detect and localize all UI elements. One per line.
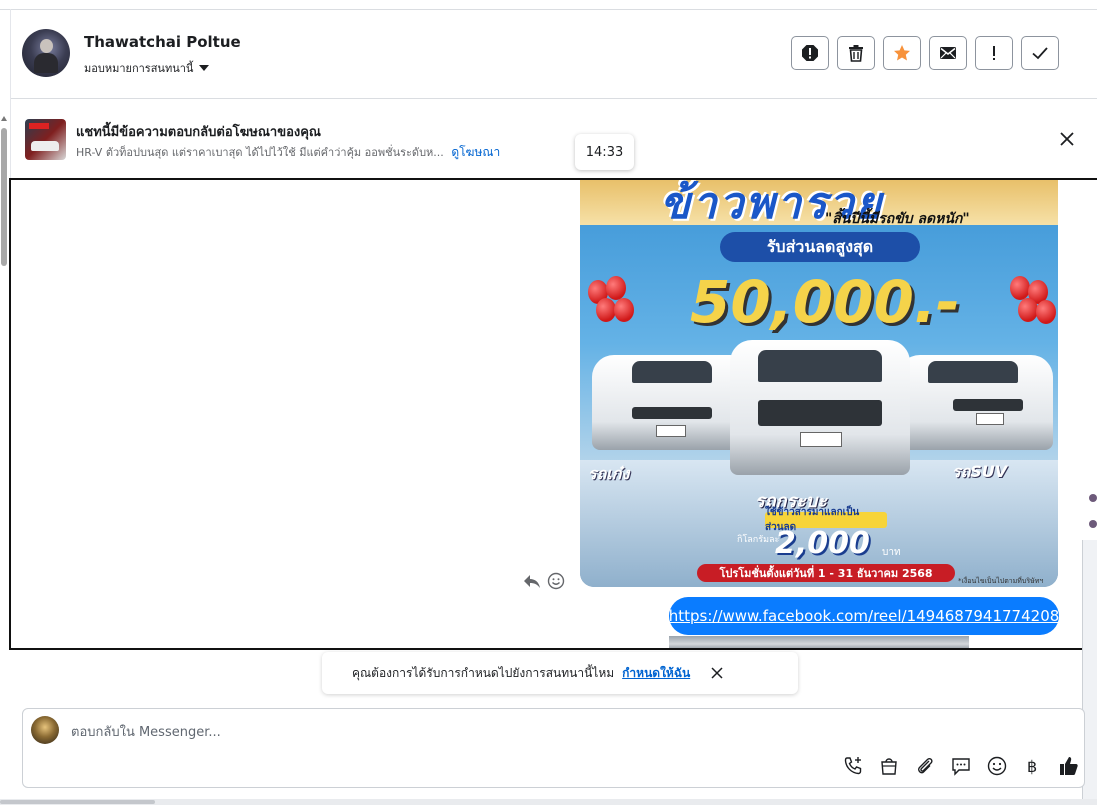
promo-image-message[interactable]: ข้าวพารวย "สิ้นปีนี้มีรถขับ ลดหนัก" รับส… xyxy=(580,180,1058,587)
delete-button[interactable] xyxy=(837,36,875,70)
checkmark-icon xyxy=(1032,47,1048,60)
exclamation-icon xyxy=(993,46,995,60)
per-kg-unit: บาท xyxy=(882,547,901,558)
car-grill xyxy=(632,407,712,419)
message-actions xyxy=(523,572,565,590)
caret-down-icon xyxy=(199,65,210,71)
car-window xyxy=(758,350,882,382)
contact-name[interactable]: Thawatchai Poltue xyxy=(84,33,241,51)
shopping-bag-icon[interactable] xyxy=(878,755,900,777)
header-actions xyxy=(791,36,1059,70)
assign-prompt: คุณต้องการได้รับการกำหนดไปยังการสนทนานี้… xyxy=(322,652,798,694)
promo-discount-amount: 50,000.- xyxy=(690,268,960,336)
left-scrollbar[interactable] xyxy=(0,116,8,266)
contact-avatar[interactable] xyxy=(22,29,70,77)
promo-period: โปรโมชั่นตั้งแต่วันที่ 1 - 31 ธันวาคม 25… xyxy=(697,564,955,582)
per-kg-value: 2,000 xyxy=(775,526,870,561)
promo-tagline: "สิ้นปีนี้มีรถขับ ลดหนัก" xyxy=(825,211,970,227)
close-icon[interactable] xyxy=(710,666,724,680)
balloon xyxy=(614,298,634,322)
report-spam-button[interactable] xyxy=(791,36,829,70)
car-plate xyxy=(800,432,842,447)
label-sedan: รถเก๋ง xyxy=(588,464,630,483)
seen-avatar xyxy=(1089,520,1097,528)
view-ad-link[interactable]: ดูโฆษณา xyxy=(451,145,500,159)
assign-to-me-link[interactable]: กำหนดให้ฉัน xyxy=(622,664,690,683)
assign-prompt-text: คุณต้องการได้รับการกำหนดไปยังการสนทนานี้… xyxy=(352,665,615,680)
promo-discount-label: รับส่วนลดสูงสุด xyxy=(720,232,920,262)
car-window xyxy=(632,361,712,383)
svg-text:฿: ฿ xyxy=(1027,757,1037,776)
conversation-header: Thawatchai Poltue มอบหมายการสนทนานี้ xyxy=(11,10,1097,99)
assign-dropdown[interactable]: มอบหมายการสนทนานี้ xyxy=(84,59,210,77)
avatar-body xyxy=(34,53,58,73)
car-plate xyxy=(976,413,1004,425)
horizontal-scrollbar[interactable] xyxy=(0,799,1097,805)
avatar-head xyxy=(40,39,53,53)
thumbs-up-icon[interactable] xyxy=(1058,755,1080,777)
emoji-icon[interactable] xyxy=(986,755,1008,777)
ad-subtitle-text: HR-V ตัวท็อปบนสุด แต่ราคาเบาสุด ได้ไปไว้… xyxy=(76,146,444,159)
balloon xyxy=(1018,298,1038,322)
baht-icon[interactable]: ฿ xyxy=(1022,755,1044,777)
reply-icon[interactable] xyxy=(523,572,541,590)
message-thread[interactable]: ข้าวพารวย "สิ้นปีนี้มีรถขับ ลดหนัก" รับส… xyxy=(9,178,1097,650)
follow-up-button[interactable] xyxy=(975,36,1013,70)
car-window xyxy=(928,361,1018,383)
ad-thumb-banner xyxy=(29,123,49,129)
scroll-up-arrow-icon[interactable] xyxy=(1,116,7,121)
car-grill xyxy=(953,399,1023,411)
car-grill xyxy=(758,400,882,426)
close-icon[interactable] xyxy=(1058,130,1076,148)
sedan-car xyxy=(592,355,752,450)
ad-context-subtitle: HR-V ตัวท็อปบนสุด แต่ราคาเบาสุด ได้ไปไว้… xyxy=(76,143,500,162)
pickup-truck xyxy=(730,340,910,475)
seen-avatar xyxy=(1089,494,1097,502)
envelope-icon xyxy=(940,47,956,59)
ad-thumbnail[interactable] xyxy=(25,119,66,160)
balloon xyxy=(1010,276,1030,300)
scrollbar-thumb[interactable] xyxy=(1,128,7,266)
saved-reply-icon[interactable] xyxy=(950,755,972,777)
mark-done-button[interactable] xyxy=(1021,36,1059,70)
promo-fine-print: *เงื่อนไขเป็นไปตามที่บริษัทฯ กำหนด xyxy=(958,577,1044,585)
ad-context-title: แชทนี้มีข้อความตอบกลับต่อโฆษณาของคุณ xyxy=(76,125,321,140)
phone-plus-icon[interactable] xyxy=(842,755,864,777)
balloon xyxy=(596,298,616,322)
assign-label: มอบหมายการสนทนานี้ xyxy=(84,62,194,75)
page-avatar xyxy=(31,716,59,744)
car-plate xyxy=(656,425,686,437)
trash-icon xyxy=(849,45,863,62)
paperclip-icon[interactable] xyxy=(914,755,936,777)
ad-thumb-car xyxy=(31,141,59,151)
balloon xyxy=(606,276,626,300)
message-timestamp-tooltip: 14:33 xyxy=(575,134,634,170)
mark-unread-button[interactable] xyxy=(929,36,967,70)
star-icon xyxy=(894,45,910,61)
label-suv: รถSUV xyxy=(952,462,1008,481)
report-spam-icon xyxy=(802,45,818,61)
horizontal-scrollbar-thumb[interactable] xyxy=(0,800,155,804)
link-message-bubble[interactable]: https://www.facebook.com/reel/1494687941… xyxy=(669,597,1059,635)
star-button[interactable] xyxy=(883,36,921,70)
react-emoji-icon[interactable] xyxy=(547,572,565,590)
suv-car xyxy=(898,355,1053,450)
top-edge xyxy=(0,0,1097,10)
composer-tools: ฿ xyxy=(842,755,1080,777)
per-kg-label: กิโลกรัมละ xyxy=(737,535,780,545)
reply-input[interactable]: ตอบกลับใน Messenger... xyxy=(71,721,221,742)
balloon xyxy=(1036,300,1056,324)
link-preview-image[interactable] xyxy=(669,636,969,648)
